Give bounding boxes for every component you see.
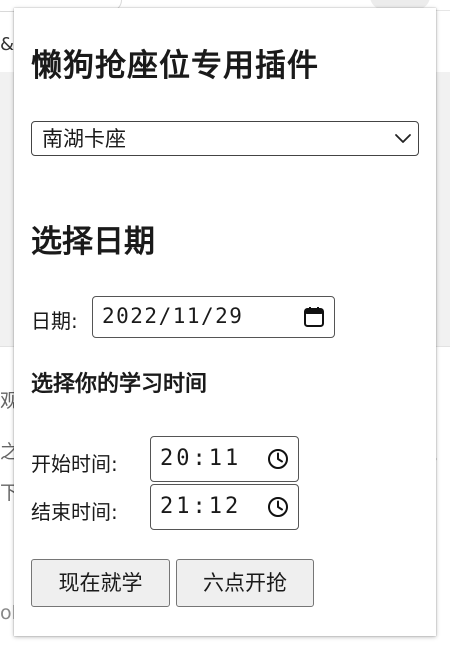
start-time-input[interactable]: 20:11 [150,436,299,482]
date-input[interactable]: 2022/11/29 [92,296,335,338]
location-select[interactable]: 南湖卡座 [31,121,419,156]
chevron-down-icon [395,134,411,143]
location-select-value: 南湖卡座 [42,127,126,151]
extension-popup: 懒狗抢座位专用插件 南湖卡座 选择日期 日期: 2022/11/29 选择你的学… [14,8,436,636]
end-time-label: 结束时间: [31,500,118,524]
time-section-heading: 选择你的学习时间 [31,372,208,397]
date-section-heading: 选择日期 [31,224,155,260]
start-time-value: 20:11 [160,446,242,471]
clock-icon[interactable] [267,448,289,470]
clock-icon[interactable] [267,496,289,518]
end-time-value: 21:12 [160,494,242,519]
start-time-label: 开始时间: [31,452,118,476]
study-now-button[interactable]: 现在就学 [31,559,170,607]
date-input-value: 2022/11/29 [102,304,244,328]
popup-title: 懒狗抢座位专用插件 [31,48,319,84]
date-label: 日期: [31,309,78,333]
end-time-input[interactable]: 21:12 [150,484,299,530]
background-text-fragment: & [0,34,15,55]
calendar-icon[interactable] [303,306,325,328]
grab-at-six-button[interactable]: 六点开抢 [176,559,314,607]
